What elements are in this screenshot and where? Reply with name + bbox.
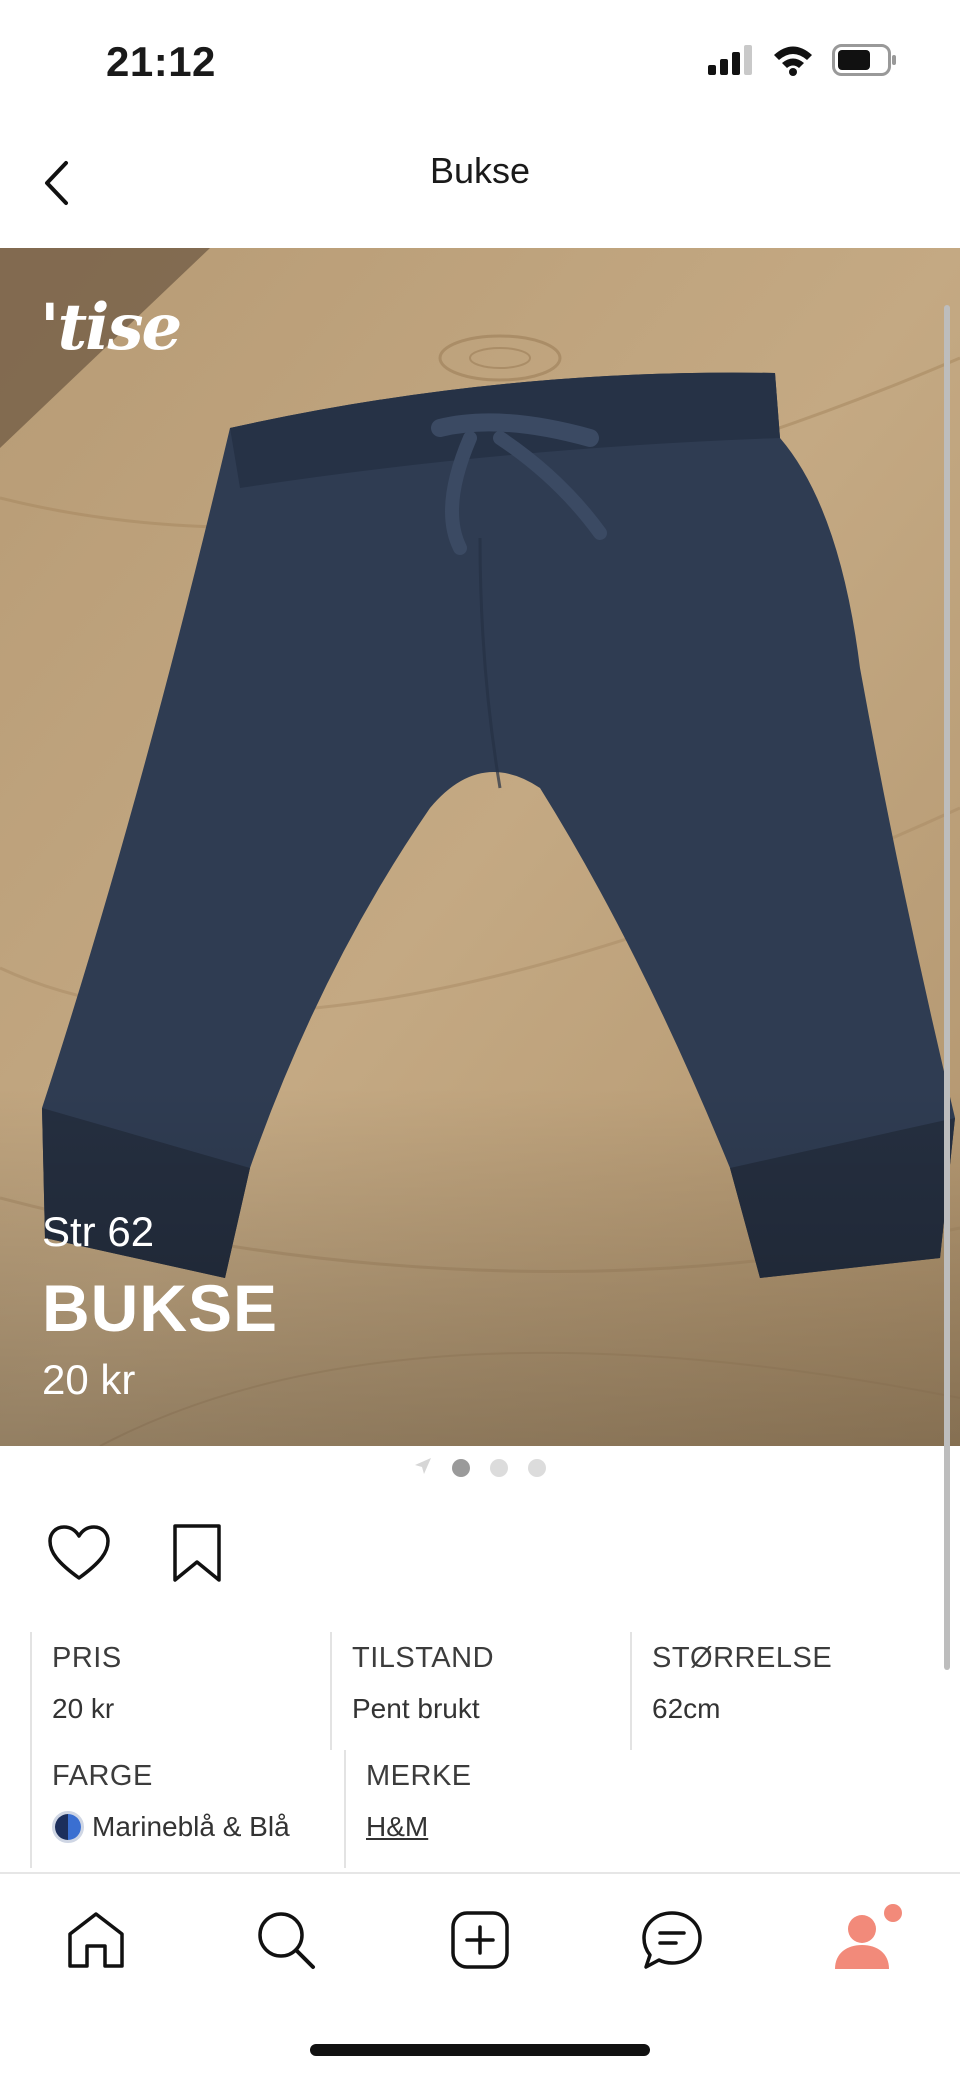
pager-dot-3[interactable]	[528, 1459, 546, 1477]
detail-color: FARGE Marineblå & Blå	[30, 1750, 344, 1868]
detail-label: MERKE	[366, 1760, 472, 1792]
nav-add-listing[interactable]	[440, 1902, 520, 1982]
search-icon	[255, 1909, 317, 1976]
home-indicator	[310, 2044, 650, 2056]
like-button[interactable]	[44, 1520, 114, 1590]
detail-label: PRIS	[52, 1642, 122, 1674]
detail-value: Marineblå & Blå	[92, 1811, 290, 1842]
notification-badge	[884, 1904, 902, 1922]
battery-icon	[832, 44, 898, 81]
page-title: Bukse	[429, 150, 531, 191]
detail-label: FARGE	[52, 1760, 153, 1792]
detail-value: 62cm	[652, 1693, 721, 1724]
bookmark-icon	[171, 1522, 223, 1589]
detail-value: Pent brukt	[352, 1693, 480, 1724]
status-time: 21:12	[106, 38, 216, 85]
hero-price: 20 kr	[42, 1356, 136, 1403]
home-icon	[65, 1910, 127, 1975]
product-details: PRIS 20 kr TILSTAND Pent brukt STØRRELSE…	[30, 1632, 930, 1868]
nav-home[interactable]	[56, 1902, 136, 1982]
signal-icon	[708, 45, 754, 80]
pager-dot-1[interactable]	[452, 1459, 470, 1477]
image-pager	[0, 1456, 960, 1480]
details-row-1: PRIS 20 kr TILSTAND Pent brukt STØRRELSE…	[30, 1632, 930, 1750]
detail-label: STØRRELSE	[652, 1642, 833, 1674]
status-icons	[708, 44, 898, 81]
wifi-icon	[772, 44, 814, 81]
nav-messages[interactable]	[632, 1902, 712, 1982]
product-actions	[44, 1520, 232, 1590]
nav-header: Bukse	[0, 120, 960, 248]
detail-condition: TILSTAND Pent brukt	[330, 1632, 630, 1750]
detail-color-value: Marineblå & Blå	[52, 1811, 344, 1843]
details-row-2: FARGE Marineblå & Blå MERKE H&M	[30, 1750, 930, 1868]
tise-logo: 'tise	[40, 290, 182, 365]
product-image-carousel[interactable]: 'tise Str 62 BUKSE 20 kr	[0, 248, 960, 1446]
location-arrow-icon	[414, 1457, 432, 1480]
nav-profile[interactable]	[824, 1902, 904, 1982]
detail-size: STØRRELSE 62cm	[630, 1632, 930, 1750]
status-bar: 21:12	[0, 0, 960, 120]
color-swatch-icon	[52, 1811, 84, 1843]
detail-value: 20 kr	[52, 1693, 115, 1724]
brand-link[interactable]: H&M	[366, 1811, 658, 1843]
product-photo	[0, 248, 960, 1446]
nav-search[interactable]	[246, 1902, 326, 1982]
add-listing-icon	[450, 1910, 510, 1975]
detail-price: PRIS 20 kr	[30, 1632, 330, 1750]
save-button[interactable]	[162, 1520, 232, 1590]
heart-icon	[47, 1524, 111, 1587]
bottom-nav	[0, 1872, 960, 2078]
hero-size-label: Str 62	[42, 1208, 155, 1255]
detail-label: TILSTAND	[352, 1642, 495, 1674]
hero-product-title: BUKSE	[42, 1271, 279, 1345]
pager-dot-2[interactable]	[490, 1459, 508, 1477]
messages-icon	[640, 1909, 704, 1976]
detail-brand: MERKE H&M	[344, 1750, 658, 1868]
